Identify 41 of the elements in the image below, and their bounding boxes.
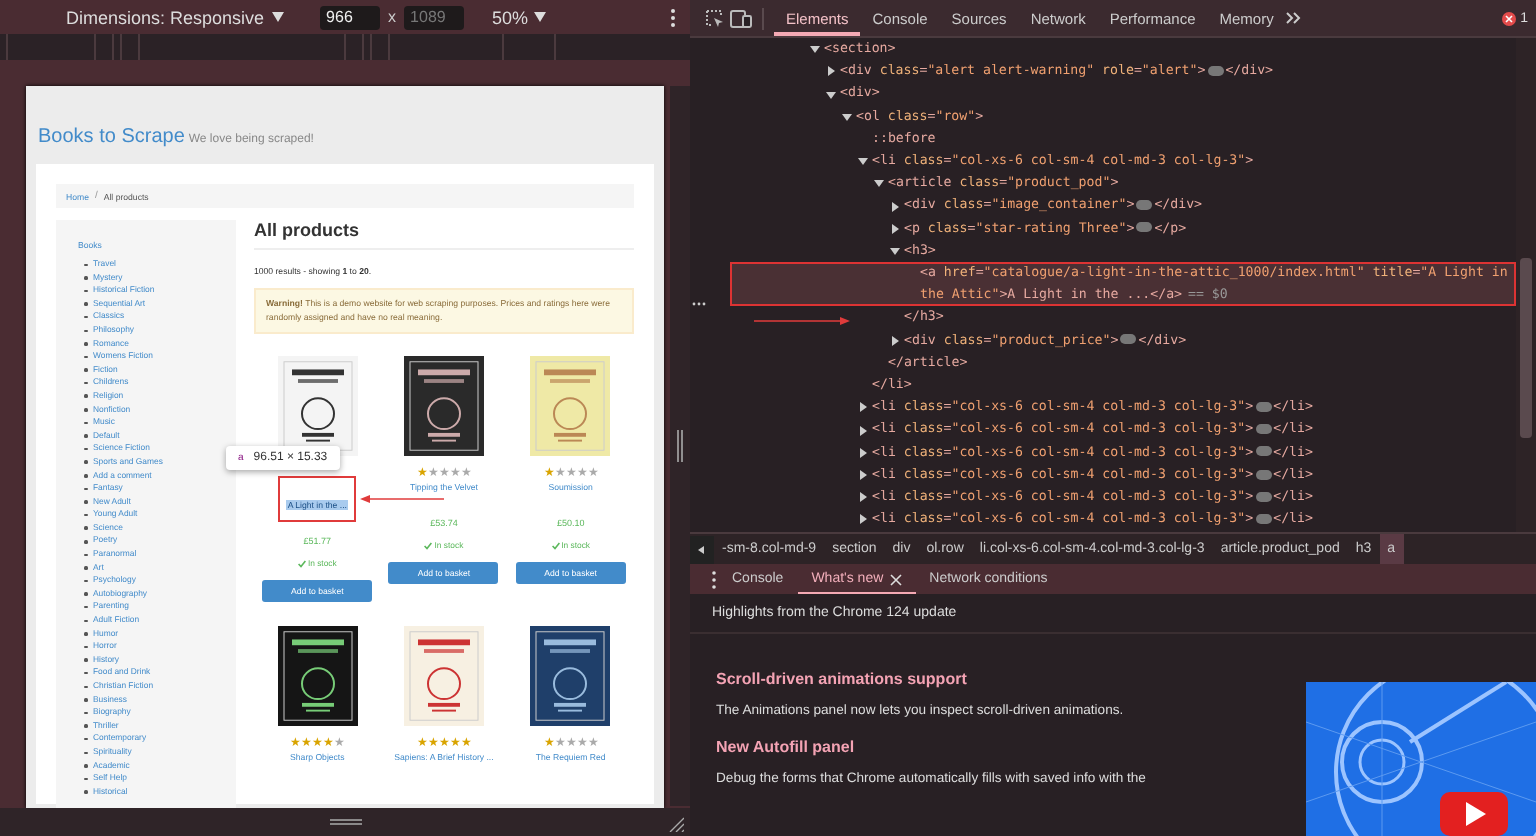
error-icon[interactable]: [1502, 11, 1517, 25]
expanded-arrow-icon[interactable]: [826, 89, 836, 99]
device-toolbar-icon[interactable]: [730, 9, 752, 27]
pointer-arrow: [754, 316, 850, 326]
more-icon[interactable]: [670, 7, 676, 27]
collapsed-arrow-icon[interactable]: [890, 201, 900, 212]
collapsed-arrow-icon[interactable]: [858, 447, 868, 458]
expanded-arrow-icon[interactable]: [858, 156, 868, 167]
expanded-arrow-icon[interactable]: [890, 245, 900, 256]
expanded-arrow-icon[interactable]: [810, 44, 820, 55]
scrollbar[interactable]: [1516, 38, 1536, 532]
collapsed-arrow-icon[interactable]: [858, 469, 868, 480]
pointer-arrow: [360, 494, 445, 504]
collapsed-arrow-icon[interactable]: [826, 66, 836, 77]
page-heading: All products: [254, 220, 634, 250]
expanded-arrow-icon[interactable]: [874, 178, 884, 189]
resize-handle[interactable]: [676, 430, 684, 462]
height-field[interactable]: 1089: [404, 5, 465, 29]
device-dropdown[interactable]: Dimensions: Responsive: [66, 7, 265, 27]
caret-icon: [534, 12, 547, 22]
feature-title[interactable]: Scroll-driven animations support: [716, 670, 1306, 688]
site-logo[interactable]: Books to Scrape: [38, 126, 185, 148]
collapsed-arrow-icon[interactable]: [890, 335, 900, 346]
close-icon[interactable]: [889, 573, 902, 585]
times-sign: x: [388, 8, 397, 26]
zoom-dropdown[interactable]: 50%: [492, 7, 529, 27]
feature-title[interactable]: New Autofill panel: [716, 738, 1306, 756]
collapsed-arrow-icon[interactable]: [858, 492, 868, 503]
collapsed-arrow-icon[interactable]: [858, 425, 868, 436]
collapsed-arrow-icon[interactable]: [890, 223, 900, 234]
resize-handle[interactable]: [329, 818, 361, 826]
collapsed-arrow-icon[interactable]: [858, 514, 868, 525]
expanded-arrow-icon[interactable]: [842, 111, 852, 122]
resize-grip-icon[interactable]: [668, 816, 684, 832]
more-icon[interactable]: [710, 569, 718, 589]
width-field[interactable]: 966: [320, 5, 381, 29]
scroll-left-icon[interactable]: [690, 535, 714, 563]
caret-icon: [272, 12, 285, 22]
inspect-icon[interactable]: [706, 9, 724, 27]
more-tabs-icon[interactable]: [1285, 12, 1302, 24]
collapsed-arrow-icon[interactable]: [858, 402, 868, 413]
